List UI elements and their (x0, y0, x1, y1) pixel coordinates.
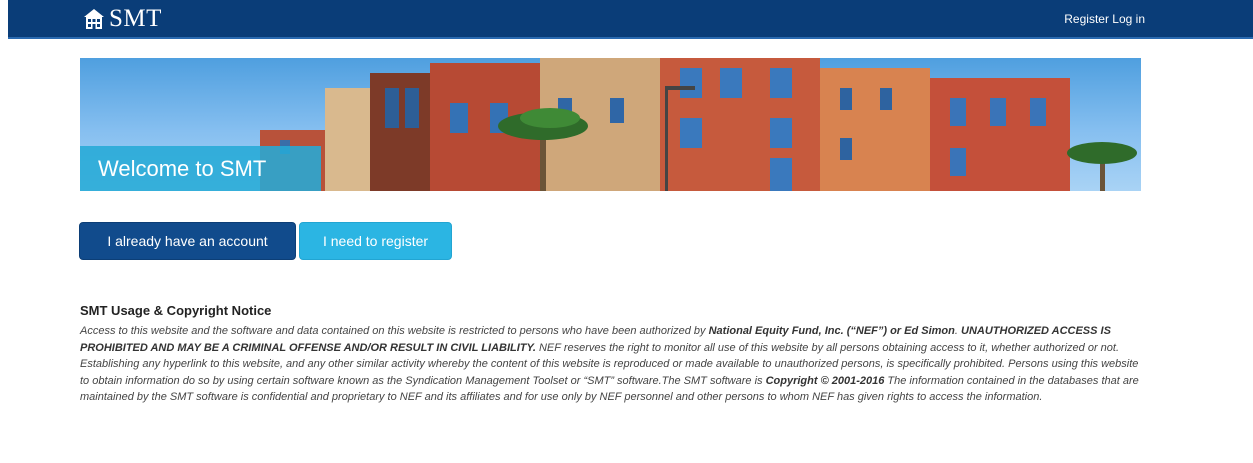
brand-name: SMT (109, 5, 162, 32)
notice-text-1: Access to this website and the software … (80, 325, 709, 337)
hero-caption-box: Welcome to SMT (80, 146, 321, 191)
hero-banner: Welcome to SMT (80, 58, 1141, 191)
need-register-button[interactable]: I need to register (299, 222, 452, 260)
brand-link[interactable]: SMT (83, 5, 162, 33)
top-navbar: SMT Register Log in (8, 0, 1253, 39)
hero-title: Welcome to SMT (98, 156, 267, 181)
login-link[interactable]: Log in (1112, 12, 1145, 26)
notice-title: SMT Usage & Copyright Notice (80, 303, 272, 318)
nav-links: Register Log in (1064, 12, 1145, 26)
register-link[interactable]: Register (1064, 12, 1109, 26)
have-account-button[interactable]: I already have an account (79, 222, 296, 260)
notice-body: Access to this website and the software … (80, 323, 1150, 406)
notice-org: National Equity Fund, Inc. (“NEF”) or Ed… (708, 325, 955, 337)
notice-copyright: Copyright © 2001-2016 (765, 374, 885, 387)
building-icon (84, 9, 104, 29)
